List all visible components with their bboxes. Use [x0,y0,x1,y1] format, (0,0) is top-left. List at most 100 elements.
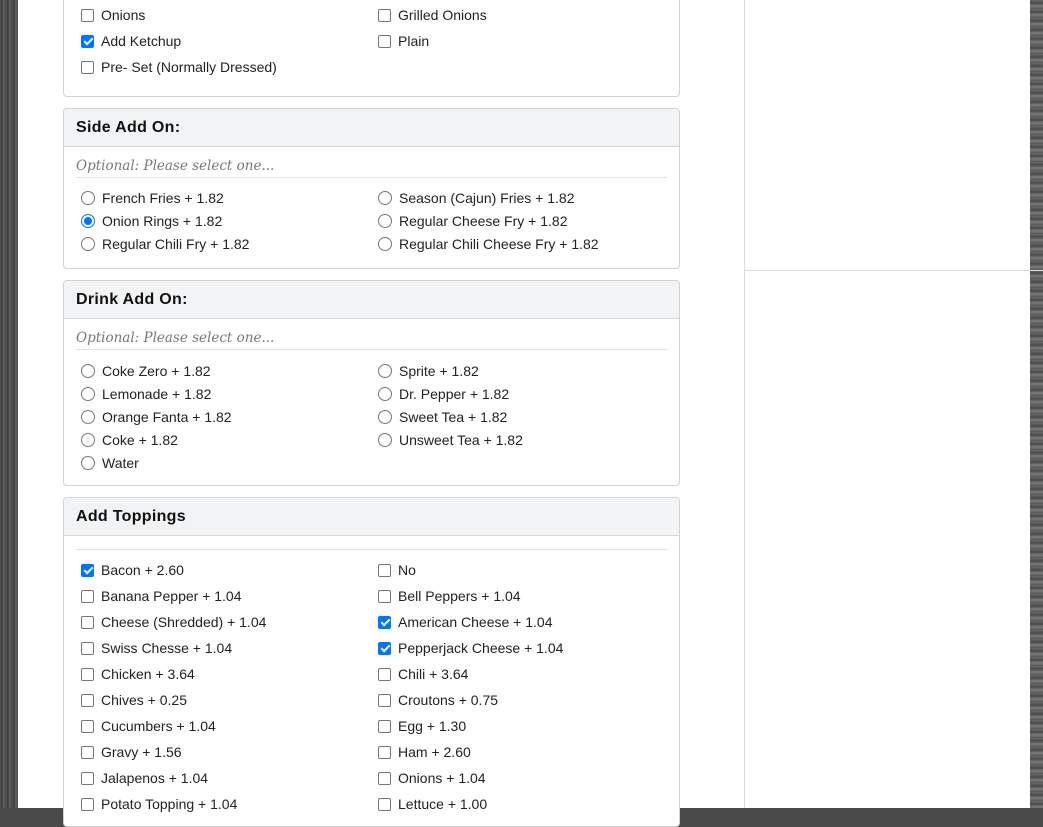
radio-button[interactable] [378,409,392,424]
option-french-fries[interactable]: French Fries + 1.82 [81,186,378,209]
option-american-cheese[interactable]: American Cheese + 1.04 [378,609,675,635]
option-potato-topping[interactable]: Potato Topping + 1.04 [81,791,378,817]
radio-button[interactable] [81,432,95,447]
option-sprite[interactable]: Sprite + 1.82 [378,359,675,382]
checkbox[interactable] [378,771,391,785]
checkbox[interactable] [81,719,94,733]
checkbox[interactable] [378,719,391,733]
checkbox[interactable] [81,641,94,655]
option-lettuce[interactable]: Lettuce + 1.00 [378,791,675,817]
checkbox[interactable] [378,8,391,22]
option-water[interactable]: Water [81,451,378,474]
checkbox[interactable] [378,693,391,707]
option-label: Season (Cajun) Fries + 1.82 [399,189,575,206]
option-label: Dr. Pepper + 1.82 [399,385,510,402]
radio-button[interactable] [81,213,95,228]
option-cheese-shredded[interactable]: Cheese (Shredded) + 1.04 [81,609,378,635]
option-egg[interactable]: Egg + 1.30 [378,713,675,739]
option-add-ketchup[interactable]: Add Ketchup [81,28,378,54]
option-chives[interactable]: Chives + 0.25 [81,687,378,713]
option-unsweet-tea[interactable]: Unsweet Tea + 1.82 [378,428,675,451]
option-onion-rings[interactable]: Onion Rings + 1.82 [81,209,378,232]
radio-button[interactable] [81,386,95,401]
option-coke-zero[interactable]: Coke Zero + 1.82 [81,359,378,382]
checkbox[interactable] [378,615,391,629]
option-label: Lemonade + 1.82 [102,385,212,402]
option-chili[interactable]: Chili + 3.64 [378,661,675,687]
drink-options: Coke Zero + 1.82 Sprite + 1.82 Lemonade … [64,359,679,474]
option-label: Egg + 1.30 [398,718,467,734]
option-grilled-onions[interactable]: Grilled Onions [378,2,675,28]
dressing-panel: Onions Grilled Onions Add Ketchup Plain … [63,0,680,97]
option-chili-fry[interactable]: Regular Chili Fry + 1.82 [81,232,378,255]
checkbox[interactable] [81,60,94,74]
option-coke[interactable]: Coke + 1.82 [81,428,378,451]
checkbox[interactable] [378,34,391,48]
checkbox[interactable] [81,8,94,22]
radio-button[interactable] [378,363,392,378]
checkbox[interactable] [81,615,94,629]
option-label: Lettuce + 1.00 [398,796,488,812]
option-label: Chicken + 3.64 [101,666,195,682]
option-orange-fanta[interactable]: Orange Fanta + 1.82 [81,405,378,428]
checkbox[interactable] [378,667,391,681]
checkbox[interactable] [81,771,94,785]
side-add-on-panel: Side Add On: Optional: Please select one… [63,108,680,269]
option-label: Coke + 1.82 [102,431,178,448]
checkbox[interactable] [378,563,391,577]
option-sweet-tea[interactable]: Sweet Tea + 1.82 [378,405,675,428]
option-cucumbers[interactable]: Cucumbers + 1.04 [81,713,378,739]
radio-button[interactable] [378,213,392,228]
option-lemonade[interactable]: Lemonade + 1.82 [81,382,378,405]
checkbox[interactable] [81,563,94,577]
radio-button[interactable] [81,236,95,251]
radio-button[interactable] [81,190,95,205]
option-label: Chives + 0.25 [101,692,187,708]
option-cajun-fries[interactable]: Season (Cajun) Fries + 1.82 [378,186,675,209]
checkbox[interactable] [81,34,94,48]
option-onions[interactable]: Onions [81,2,378,28]
option-label: Unsweet Tea + 1.82 [399,431,523,448]
option-gravy[interactable]: Gravy + 1.56 [81,739,378,765]
option-banana-pepper[interactable]: Banana Pepper + 1.04 [81,583,378,609]
drink-add-on-panel: Drink Add On: Optional: Please select on… [63,280,680,486]
option-swiss-cheese[interactable]: Swiss Chesse + 1.04 [81,635,378,661]
radio-button[interactable] [378,386,392,401]
option-croutons[interactable]: Croutons + 0.75 [378,687,675,713]
checkbox[interactable] [378,797,391,811]
option-ham[interactable]: Ham + 2.60 [378,739,675,765]
option-no[interactable]: No [378,557,675,583]
radio-button[interactable] [378,432,392,447]
option-jalapenos[interactable]: Jalapenos + 1.04 [81,765,378,791]
option-plain[interactable]: Plain [378,28,675,54]
radio-button[interactable] [81,455,95,470]
radio-button[interactable] [378,236,392,251]
option-dr-pepper[interactable]: Dr. Pepper + 1.82 [378,382,675,405]
checkbox[interactable] [378,589,391,603]
option-label: Cucumbers + 1.04 [101,718,216,734]
checkbox[interactable] [81,667,94,681]
option-label: Bell Peppers + 1.04 [398,588,521,604]
panel-title: Side Add On: [64,109,679,147]
option-bell-peppers[interactable]: Bell Peppers + 1.04 [378,583,675,609]
checkbox[interactable] [378,745,391,759]
checkbox[interactable] [378,641,391,655]
checkbox[interactable] [81,589,94,603]
option-cheese-fry[interactable]: Regular Cheese Fry + 1.82 [378,209,675,232]
option-onions-topping[interactable]: Onions + 1.04 [378,765,675,791]
option-pepperjack-cheese[interactable]: Pepperjack Cheese + 1.04 [378,635,675,661]
option-chili-cheese-fry[interactable]: Regular Chili Cheese Fry + 1.82 [378,232,675,255]
radio-button[interactable] [378,190,392,205]
checkbox[interactable] [81,797,94,811]
checkbox[interactable] [81,693,94,707]
checkbox[interactable] [81,745,94,759]
option-chicken[interactable]: Chicken + 3.64 [81,661,378,687]
radio-button[interactable] [81,409,95,424]
option-pre-set[interactable]: Pre- Set (Normally Dressed) [81,54,378,80]
sidebar-top-section [745,0,1043,271]
option-label: Cheese (Shredded) + 1.04 [101,614,267,630]
radio-button[interactable] [81,363,95,378]
option-label: Onions [101,7,146,23]
option-label: Potato Topping + 1.04 [101,796,238,812]
option-bacon[interactable]: Bacon + 2.60 [81,557,378,583]
